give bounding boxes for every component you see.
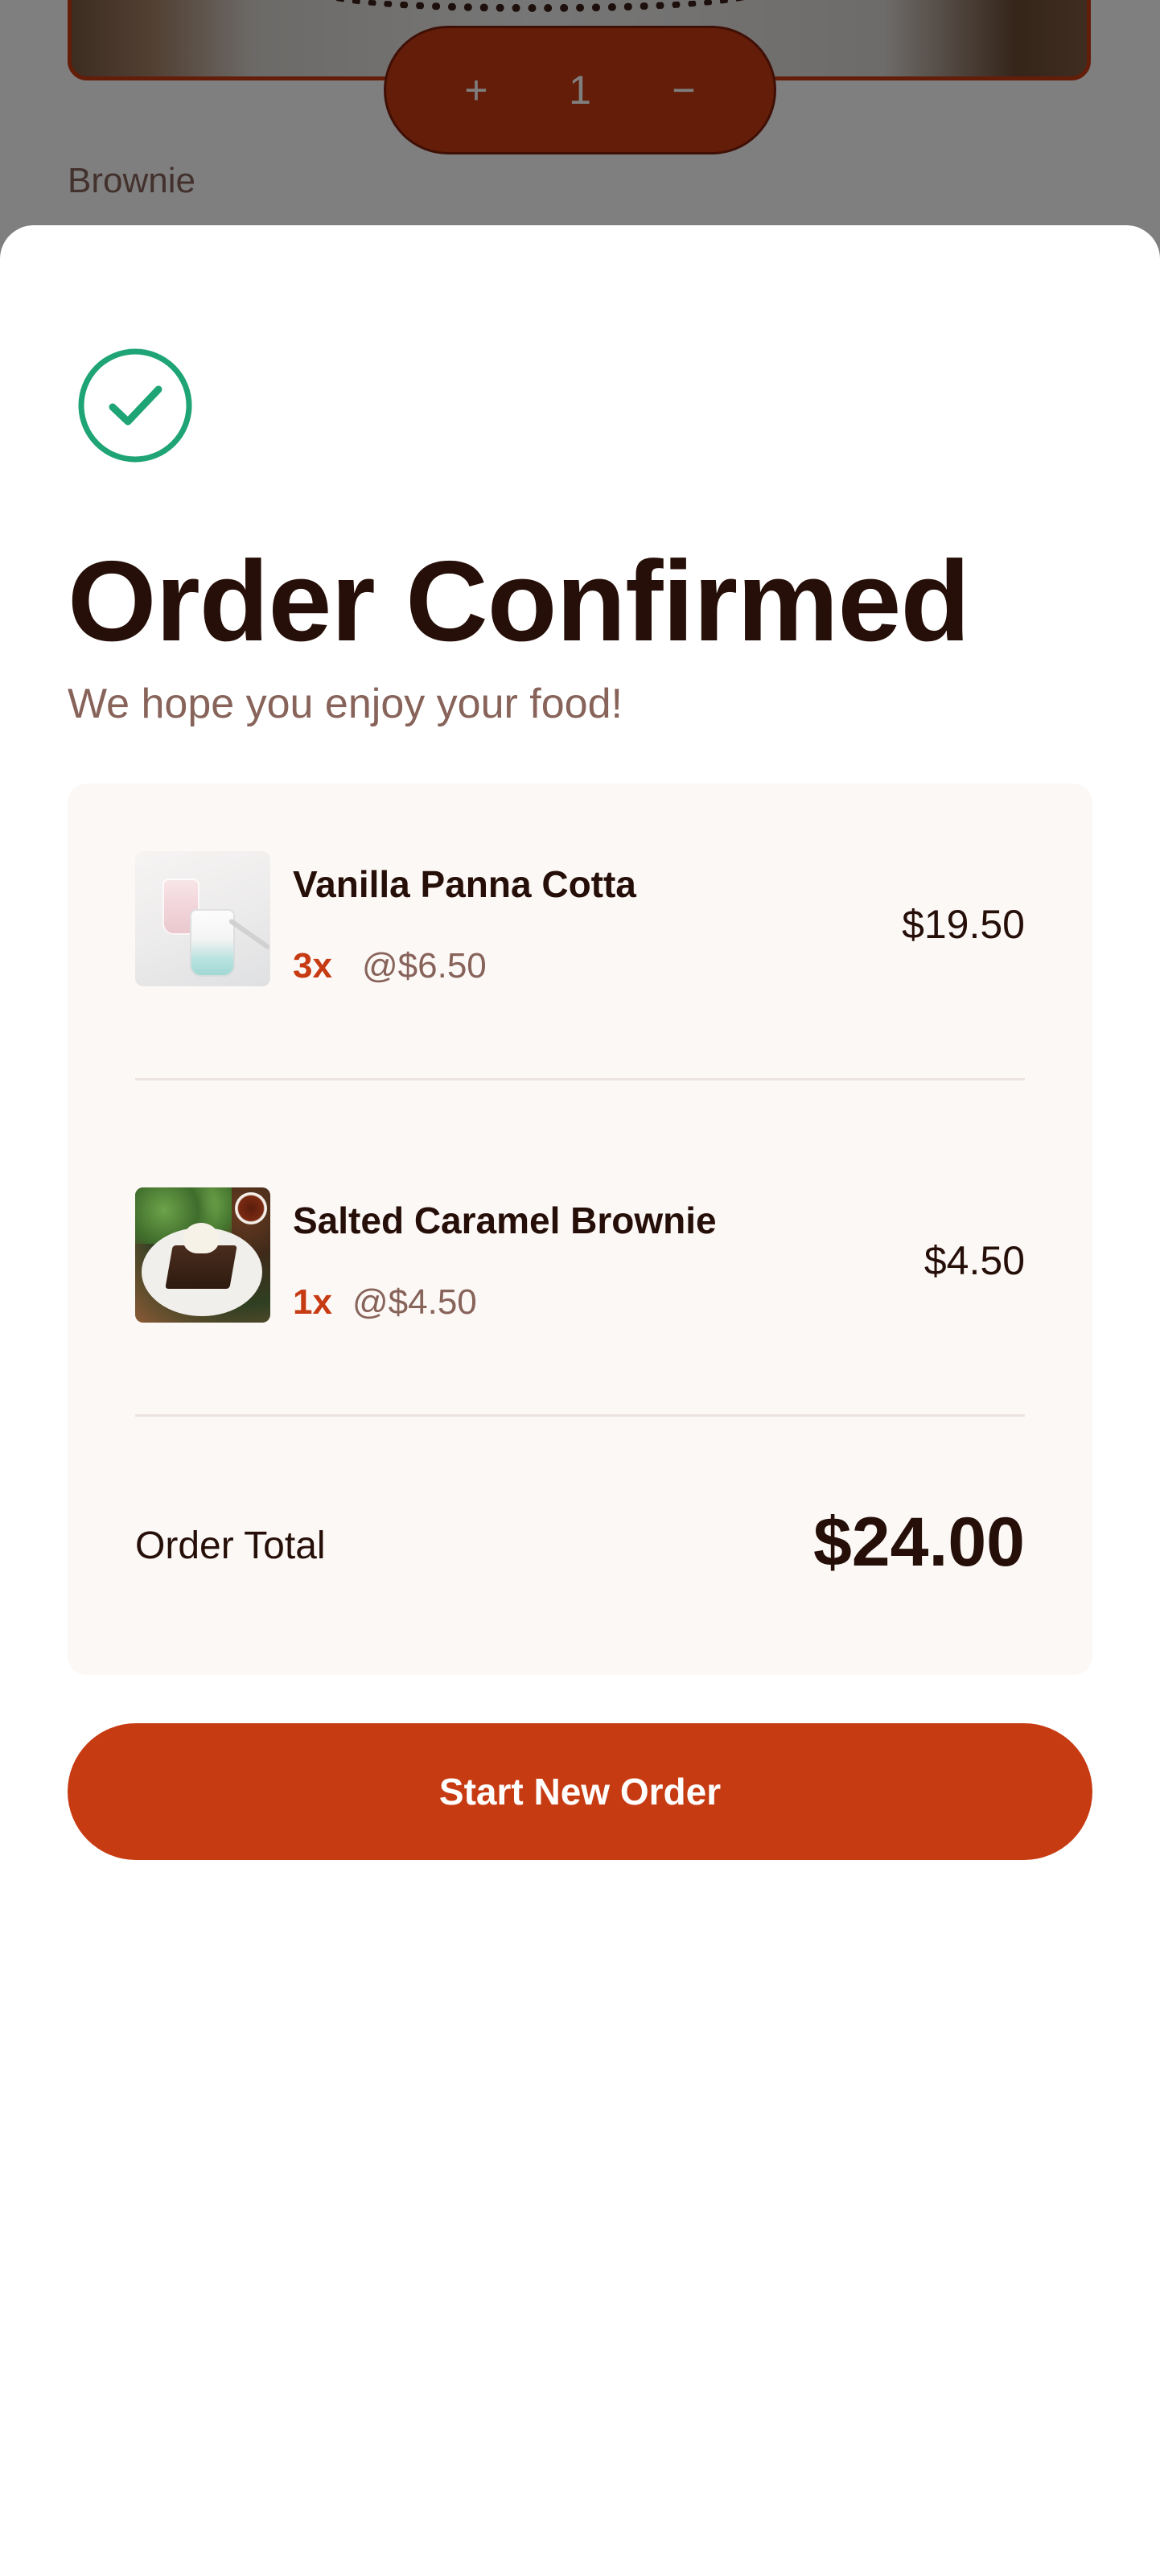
item-unit-price: @$6.50: [362, 946, 487, 986]
brownie-thumbnail: [135, 1187, 270, 1323]
item-name: Salted Caramel Brownie: [293, 1200, 717, 1241]
item-total-price: $4.50: [923, 1238, 1025, 1283]
check-circle-icon: [78, 348, 192, 463]
order-total-value: $24.00: [812, 1504, 1025, 1581]
order-total-label: Order Total: [135, 1525, 326, 1567]
order-summary-card: Vanilla Panna Cotta 3x @$6.50 $19.50 Sal…: [68, 784, 1092, 1675]
divider: [135, 1414, 1025, 1417]
item-quantity: 3x: [293, 946, 332, 986]
panna-cotta-thumbnail: [135, 851, 270, 986]
item-quantity: 1x: [293, 1282, 332, 1322]
page-subtitle: We hope you enjoy your food!: [68, 681, 623, 727]
page-title: Order Confirmed: [68, 537, 970, 665]
item-unit-price: @$4.50: [352, 1282, 477, 1322]
order-confirmation-sheet: Order Confirmed We hope you enjoy your f…: [0, 225, 1160, 2576]
divider: [135, 1078, 1025, 1080]
order-item: Salted Caramel Brownie 1x @$4.50 $4.50: [135, 1187, 1025, 1323]
order-item: Vanilla Panna Cotta 3x @$6.50 $19.50: [135, 851, 1025, 986]
item-name: Vanilla Panna Cotta: [293, 863, 636, 905]
start-new-order-button[interactable]: Start New Order: [68, 1723, 1092, 1860]
item-total-price: $19.50: [902, 902, 1025, 947]
